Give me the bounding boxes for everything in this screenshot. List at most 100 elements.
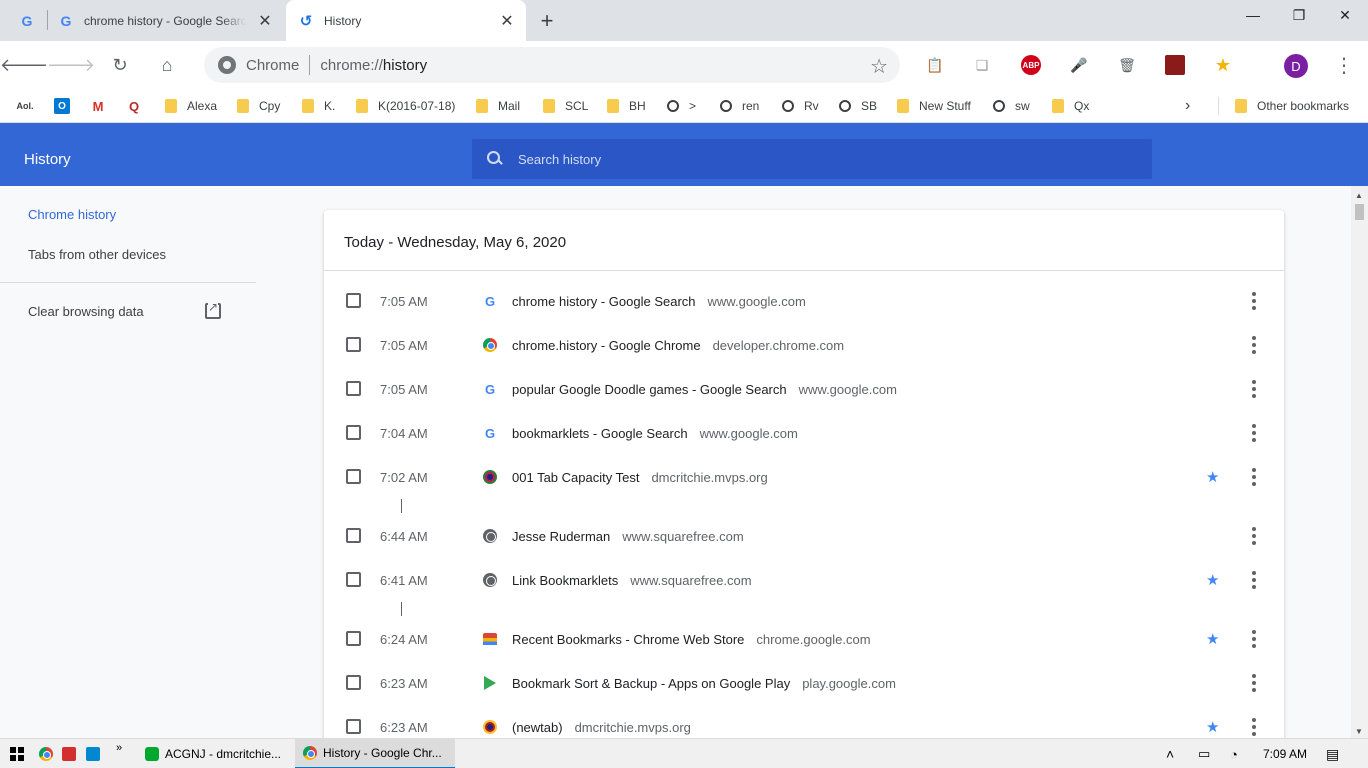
taskbar-chrome[interactable]: [39, 739, 53, 768]
chrome-menu-icon[interactable]: ⋮: [1330, 51, 1358, 79]
search-input[interactable]: [518, 152, 1118, 167]
history-row[interactable]: 7:05 AM chrome.history - Google Chromede…: [324, 323, 1284, 367]
row-checkbox[interactable]: [346, 425, 361, 440]
chevron-right-icon[interactable]: ›: [1185, 97, 1190, 115]
row-title[interactable]: bookmarklets - Google Search: [512, 426, 688, 441]
sidebar-item-clear-data[interactable]: Clear browsing data: [28, 304, 144, 319]
aol-bookmark[interactable]: Aol.: [17, 97, 33, 115]
restore-button[interactable]: ❐: [1276, 0, 1322, 30]
taskbar-app-history[interactable]: History - Google Chr...: [295, 739, 455, 768]
vertical-scrollbar[interactable]: ▲ ▼: [1351, 186, 1368, 738]
history-row[interactable]: 6:41 AM Link Bookmarkletswww.squarefree.…: [324, 558, 1284, 602]
row-checkbox[interactable]: [346, 293, 361, 308]
omnibox[interactable]: Chrome chrome://history ☆: [204, 47, 900, 83]
scroll-down-icon[interactable]: ▼: [1355, 727, 1363, 736]
bookmarked-star-icon[interactable]: ★: [1206, 468, 1219, 486]
scroll-up-icon[interactable]: ▲: [1355, 191, 1363, 200]
sidebar-item-other-devices[interactable]: Tabs from other devices: [28, 247, 166, 262]
more-actions-icon[interactable]: [1248, 527, 1260, 545]
more-actions-icon[interactable]: [1248, 380, 1260, 398]
bookmark-folder[interactable]: Cpy: [237, 97, 280, 115]
close-icon[interactable]: ✕: [498, 12, 516, 30]
pinned-tab[interactable]: G: [8, 0, 46, 41]
tab-google-search[interactable]: G chrome history - Google Search ✕: [48, 0, 284, 41]
minimize-button[interactable]: —: [1230, 0, 1276, 30]
forward-button[interactable]: 🡒: [57, 51, 85, 79]
bookmark-folder[interactable]: Mail: [476, 97, 520, 115]
row-checkbox[interactable]: [346, 719, 361, 734]
avatar[interactable]: D: [1284, 54, 1308, 78]
bookmark-folder[interactable]: K.: [302, 97, 335, 115]
notification-icon[interactable]: ▤: [1326, 739, 1339, 768]
home-button[interactable]: ⌂: [153, 51, 181, 79]
row-checkbox[interactable]: [346, 631, 361, 646]
wifi-icon[interactable]: ◔: [1230, 739, 1238, 768]
bookmark-star-icon[interactable]: ☆: [870, 54, 888, 79]
row-title[interactable]: 001 Tab Capacity Test: [512, 470, 639, 485]
bookmark-link[interactable]: Rv: [782, 97, 819, 115]
bookmark-folder[interactable]: K(2016-07-18): [356, 97, 455, 115]
history-row[interactable]: 6:23 AM Bookmark Sort & Backup - Apps on…: [324, 661, 1284, 705]
taskbar-chevron[interactable]: »: [116, 733, 122, 763]
bookmark-link[interactable]: ren: [720, 97, 759, 115]
close-window-button[interactable]: ✕: [1322, 0, 1368, 30]
bookmark-link[interactable]: SB: [839, 97, 877, 115]
row-title[interactable]: chrome history - Google Search: [512, 294, 696, 309]
tab-history[interactable]: ↺ History ✕: [286, 0, 526, 41]
bookmark-folder[interactable]: Alexa: [165, 97, 217, 115]
more-actions-icon[interactable]: [1248, 674, 1260, 692]
more-actions-icon[interactable]: [1248, 468, 1260, 486]
more-actions-icon[interactable]: [1248, 718, 1260, 736]
row-title[interactable]: Jesse Ruderman: [512, 529, 610, 544]
star-extension-icon[interactable]: ★: [1213, 55, 1233, 75]
other-bookmarks-folder[interactable]: Other bookmarks: [1235, 97, 1349, 115]
more-actions-icon[interactable]: [1248, 292, 1260, 310]
bookmarked-star-icon[interactable]: ★: [1206, 630, 1219, 648]
history-row[interactable]: 6:44 AM Jesse Rudermanwww.squarefree.com: [324, 514, 1284, 558]
row-checkbox[interactable]: [346, 675, 361, 690]
bookmark-link[interactable]: sw: [993, 97, 1030, 115]
more-actions-icon[interactable]: [1248, 336, 1260, 354]
trash-extension-icon[interactable]: 🗑: [1117, 55, 1137, 75]
history-row[interactable]: 7:05 AM G popular Google Doodle games - …: [324, 367, 1284, 411]
row-checkbox[interactable]: [346, 572, 361, 587]
external-link-icon[interactable]: [205, 303, 221, 319]
search-box[interactable]: [472, 139, 1152, 179]
row-title[interactable]: Bookmark Sort & Backup - Apps on Google …: [512, 676, 790, 691]
quora-bookmark[interactable]: Q: [126, 97, 142, 115]
scroll-thumb[interactable]: [1355, 204, 1364, 220]
taskbar-app-acgnj[interactable]: ACGNJ - dmcritchie...: [137, 739, 287, 768]
more-actions-icon[interactable]: [1248, 424, 1260, 442]
history-row[interactable]: 7:02 AM 001 Tab Capacity Testdmcritchie.…: [324, 455, 1284, 499]
clipboard-extension-icon[interactable]: 📋: [925, 55, 945, 75]
microphone-icon[interactable]: 🎤: [1069, 55, 1089, 75]
row-checkbox[interactable]: [346, 381, 361, 396]
bookmark-link[interactable]: >: [667, 97, 696, 115]
row-title[interactable]: chrome.history - Google Chrome: [512, 338, 701, 353]
row-checkbox[interactable]: [346, 528, 361, 543]
bookmark-folder[interactable]: BH: [607, 97, 646, 115]
taskbar-app-blue[interactable]: [86, 739, 100, 768]
history-row[interactable]: 7:05 AM G chrome history - Google Search…: [324, 279, 1284, 323]
back-button[interactable]: 🡐: [10, 51, 38, 79]
start-button[interactable]: [10, 739, 24, 768]
row-checkbox[interactable]: [346, 337, 361, 352]
more-actions-icon[interactable]: [1248, 571, 1260, 589]
new-tab-button[interactable]: +: [534, 8, 560, 34]
row-title[interactable]: popular Google Doodle games - Google Sea…: [512, 382, 787, 397]
bookmark-folder[interactable]: New Stuff: [897, 97, 971, 115]
reload-button[interactable]: ↻: [106, 51, 134, 79]
bookmarked-star-icon[interactable]: ★: [1206, 718, 1219, 736]
image-extension-icon[interactable]: [1165, 55, 1185, 75]
bookmarked-star-icon[interactable]: ★: [1206, 571, 1219, 589]
close-icon[interactable]: ✕: [256, 12, 274, 30]
tray-chevron-up-icon[interactable]: ˄: [1166, 739, 1174, 768]
row-checkbox[interactable]: [346, 469, 361, 484]
chrome-info-icon[interactable]: [218, 56, 236, 74]
row-title[interactable]: Link Bookmarklets: [512, 573, 618, 588]
adblock-plus-icon[interactable]: ABP: [1021, 55, 1041, 75]
taskbar-app-red[interactable]: [62, 739, 76, 768]
more-actions-icon[interactable]: [1248, 630, 1260, 648]
bookmark-folder[interactable]: Qx: [1052, 97, 1089, 115]
bookmark-folder[interactable]: SCL: [543, 97, 588, 115]
